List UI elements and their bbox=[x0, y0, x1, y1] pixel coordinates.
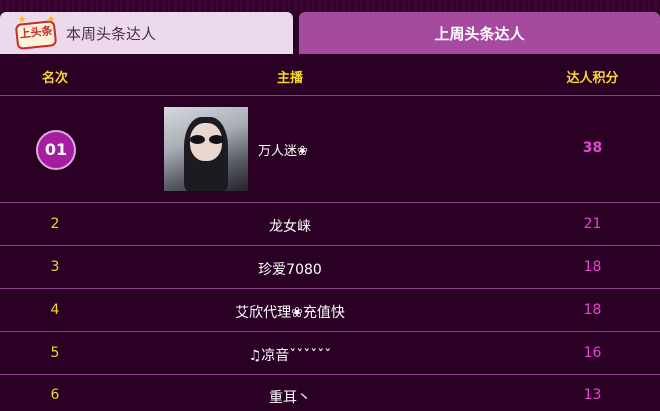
rank-value: 5 bbox=[50, 345, 60, 361]
table-row[interactable]: 5 ♫凉音ˇˇˇˇˇˇ 16 bbox=[0, 332, 660, 375]
anchor-name[interactable]: 珍爱7080 bbox=[110, 259, 470, 279]
top-decor-band bbox=[0, 0, 660, 12]
anchor-name[interactable]: 龙女崃 bbox=[110, 216, 470, 236]
table-row[interactable]: 2 龙女崃 21 bbox=[0, 203, 660, 246]
tab-this-week[interactable]: ★ ★ 上头条 本周头条达人 bbox=[0, 12, 293, 54]
headline-badge-icon: ★ ★ 上头条 bbox=[14, 15, 58, 51]
score-value: 18 bbox=[583, 259, 602, 275]
column-header-rank: 名次 bbox=[41, 71, 68, 86]
avatar-glasses bbox=[190, 135, 224, 144]
rank-badge-first: 01 bbox=[36, 130, 76, 170]
table-row[interactable]: 01 万人迷❀ 38 bbox=[0, 96, 660, 203]
avatar[interactable] bbox=[164, 107, 248, 191]
score-value: 21 bbox=[583, 216, 602, 232]
score-value: 18 bbox=[583, 302, 602, 318]
column-header-score: 达人积分 bbox=[566, 71, 619, 86]
rank-value: 6 bbox=[50, 387, 60, 403]
rank-value: 3 bbox=[50, 259, 60, 275]
table-header: 名次 主播 达人积分 bbox=[0, 54, 660, 96]
score-value: 13 bbox=[583, 387, 602, 403]
rank-value: 4 bbox=[50, 302, 60, 318]
star-icon: ★ bbox=[18, 15, 27, 25]
anchor-name[interactable]: 艾欣代理❀充值快 bbox=[110, 302, 470, 322]
table-row[interactable]: 4 艾欣代理❀充值快 18 bbox=[0, 289, 660, 332]
table-row[interactable]: 3 珍爱7080 18 bbox=[0, 246, 660, 289]
tab-last-week[interactable]: 上周头条达人 bbox=[299, 12, 660, 54]
tab-this-week-label: 本周头条达人 bbox=[66, 25, 157, 43]
score-value: 16 bbox=[583, 345, 602, 361]
anchor-name[interactable]: 重耳丶 bbox=[110, 387, 470, 407]
tab-last-week-label: 上周头条达人 bbox=[434, 25, 525, 43]
column-header-anchor: 主播 bbox=[276, 71, 303, 86]
rank-value: 2 bbox=[50, 216, 60, 232]
ranking-tabs: ★ ★ 上头条 本周头条达人 上周头条达人 bbox=[0, 12, 660, 54]
score-value: 38 bbox=[582, 140, 603, 156]
anchor-name[interactable]: ♫凉音ˇˇˇˇˇˇ bbox=[110, 345, 470, 365]
anchor-name[interactable]: 万人迷❀ bbox=[258, 140, 308, 159]
table-row[interactable]: 6 重耳丶 13 bbox=[0, 375, 660, 411]
